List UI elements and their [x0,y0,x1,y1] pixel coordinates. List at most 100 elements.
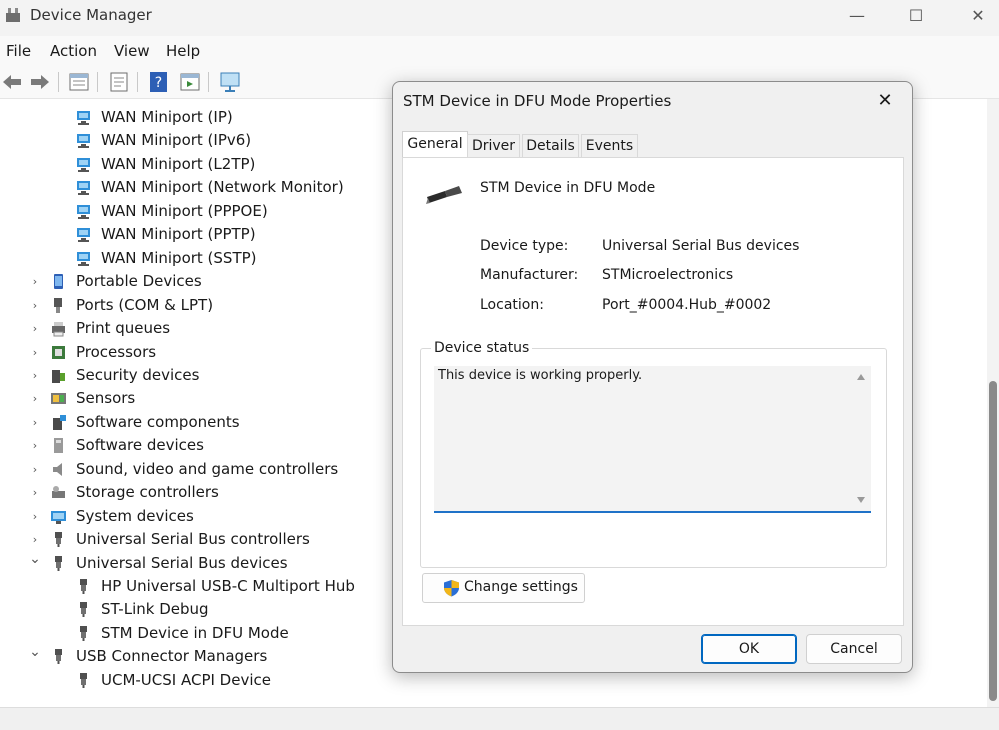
tab-driver[interactable]: Driver [467,134,520,157]
tree-row-label: Universal Serial Bus controllers [76,530,310,549]
chevron-right-icon[interactable]: › [28,481,42,504]
tree-row-label: WAN Miniport (L2TP) [101,154,256,173]
svg-text:?: ? [155,75,162,91]
tree-row[interactable]: › Universal Serial Bus controllers [28,528,428,551]
device-type-label: Device type: [480,238,569,254]
menu-help[interactable]: Help [166,42,200,60]
chevron-down-icon[interactable]: ⌄ [28,641,42,664]
back-arrow-icon[interactable] [0,70,24,94]
network-adapter-icon [77,157,90,172]
tree-row[interactable]: › Software components [28,411,428,434]
tree-row-label: WAN Miniport (IPv6) [101,131,252,150]
tree-row-label: WAN Miniport (PPTP) [101,225,256,244]
tab-general[interactable]: General [402,131,468,158]
tree-row-label: Software devices [76,436,204,455]
tree-row[interactable]: ⌄ USB Connector Managers [28,644,428,668]
tree-row[interactable]: › Processors [28,341,428,364]
chevron-down-icon[interactable]: ⌄ [28,548,42,571]
chevron-right-icon[interactable]: › [28,387,42,410]
maximize-button[interactable]: ☐ [893,0,939,32]
scan-hardware-icon[interactable] [218,70,242,94]
tree-row[interactable]: › Storage controllers [28,481,428,504]
usb-icon [80,625,87,641]
tree-row-label: Ports (COM & LPT) [76,295,214,314]
tree-row[interactable]: UCM-UCSI ACPI Device [52,669,452,692]
printer-icon [52,322,65,337]
location-label: Location: [480,297,544,313]
tree-scrollbar[interactable] [987,99,999,707]
usb-icon [55,649,62,665]
tab-events[interactable]: Events [581,134,638,157]
show-hidden-icon[interactable] [178,70,202,94]
usb-icon [80,579,87,594]
update-driver-icon[interactable] [107,70,131,94]
change-settings-label: Change settings [464,579,578,595]
forward-arrow-icon[interactable] [28,70,52,94]
tree-row[interactable]: › Sound, video and game controllers [28,458,428,481]
dialog-close-button[interactable]: ✕ [865,86,905,116]
tree-row-label: Storage controllers [76,483,219,502]
device-status-textbox[interactable]: This device is working properly. [434,366,871,513]
tree-row-label: Software components [76,412,240,431]
menu-view[interactable]: View [114,42,150,60]
menu-file[interactable]: File [6,42,31,60]
menu-action[interactable]: Action [50,42,97,60]
change-settings-button[interactable]: Change settings [422,573,585,603]
location-value: Port_#0004.Hub_#0002 [602,297,772,313]
chevron-right-icon[interactable]: › [28,270,42,293]
system-device-icon [51,510,66,524]
close-button[interactable]: ✕ [955,0,999,32]
chevron-right-icon[interactable]: › [28,364,42,387]
tree-row-label: System devices [76,506,194,525]
chevron-right-icon[interactable]: › [28,434,42,457]
dialog-title: STM Device in DFU Mode Properties [403,92,672,110]
tree-row[interactable]: › Portable Devices [28,270,428,293]
tree-row[interactable]: › System devices [28,505,428,528]
processor-icon [52,345,65,359]
chevron-right-icon[interactable]: › [28,458,42,481]
speaker-icon [53,462,62,476]
ok-button[interactable]: OK [701,634,797,664]
tree-row[interactable]: › Sensors [28,387,428,410]
tree-row-label: WAN Miniport (SSTP) [101,248,257,267]
tree-row-label: Processors [76,342,157,361]
usb-icon [80,672,87,688]
scrollbar-thumb[interactable] [989,381,997,701]
tree-row[interactable]: › Software devices [28,434,428,457]
tree-row-label: WAN Miniport (Network Monitor) [101,178,344,197]
properties-icon[interactable] [67,70,91,94]
help-icon[interactable]: ? [147,70,171,94]
tree-row-label: USB Connector Managers [76,647,268,666]
usb-icon [55,532,62,548]
software-device-icon [54,438,63,454]
chevron-right-icon[interactable]: › [28,411,42,434]
tree-row-label: STM Device in DFU Mode [101,623,289,642]
tree-row[interactable]: › Ports (COM & LPT) [28,294,428,317]
tree-row-label: Sound, video and game controllers [76,459,339,478]
device-type-value: Universal Serial Bus devices [602,238,800,254]
device-status-group: Device status This device is working pro… [420,340,887,568]
chevron-right-icon[interactable]: › [28,505,42,528]
status-bar [0,707,999,730]
tab-details[interactable]: Details [522,134,579,157]
tree-row[interactable]: ⌄ Universal Serial Bus devices [28,551,428,575]
cancel-button[interactable]: Cancel [806,634,902,664]
tree-row-label: Sensors [76,389,136,408]
chevron-right-icon[interactable]: › [28,317,42,340]
storage-controller-icon [52,486,65,499]
properties-dialog: STM Device in DFU Mode Properties ✕ Gene… [392,81,913,673]
scroll-down-arrow-icon[interactable] [857,497,865,503]
tree-row-label: WAN Miniport (PPPOE) [101,201,268,220]
network-adapter-icon [77,111,90,125]
minimize-button[interactable]: — [834,0,880,32]
status-scrollbar[interactable] [851,366,871,511]
network-adapter-icon [77,251,90,266]
tree-row[interactable]: › Security devices [28,364,428,387]
chevron-right-icon[interactable]: › [28,294,42,317]
scroll-up-arrow-icon[interactable] [857,374,865,380]
manufacturer-value: STMicroelectronics [602,267,734,283]
portable-device-icon [54,274,63,290]
device-name: STM Device in DFU Mode [480,180,656,196]
chevron-right-icon[interactable]: › [28,341,42,364]
tree-row[interactable]: › Print queues [28,317,428,340]
